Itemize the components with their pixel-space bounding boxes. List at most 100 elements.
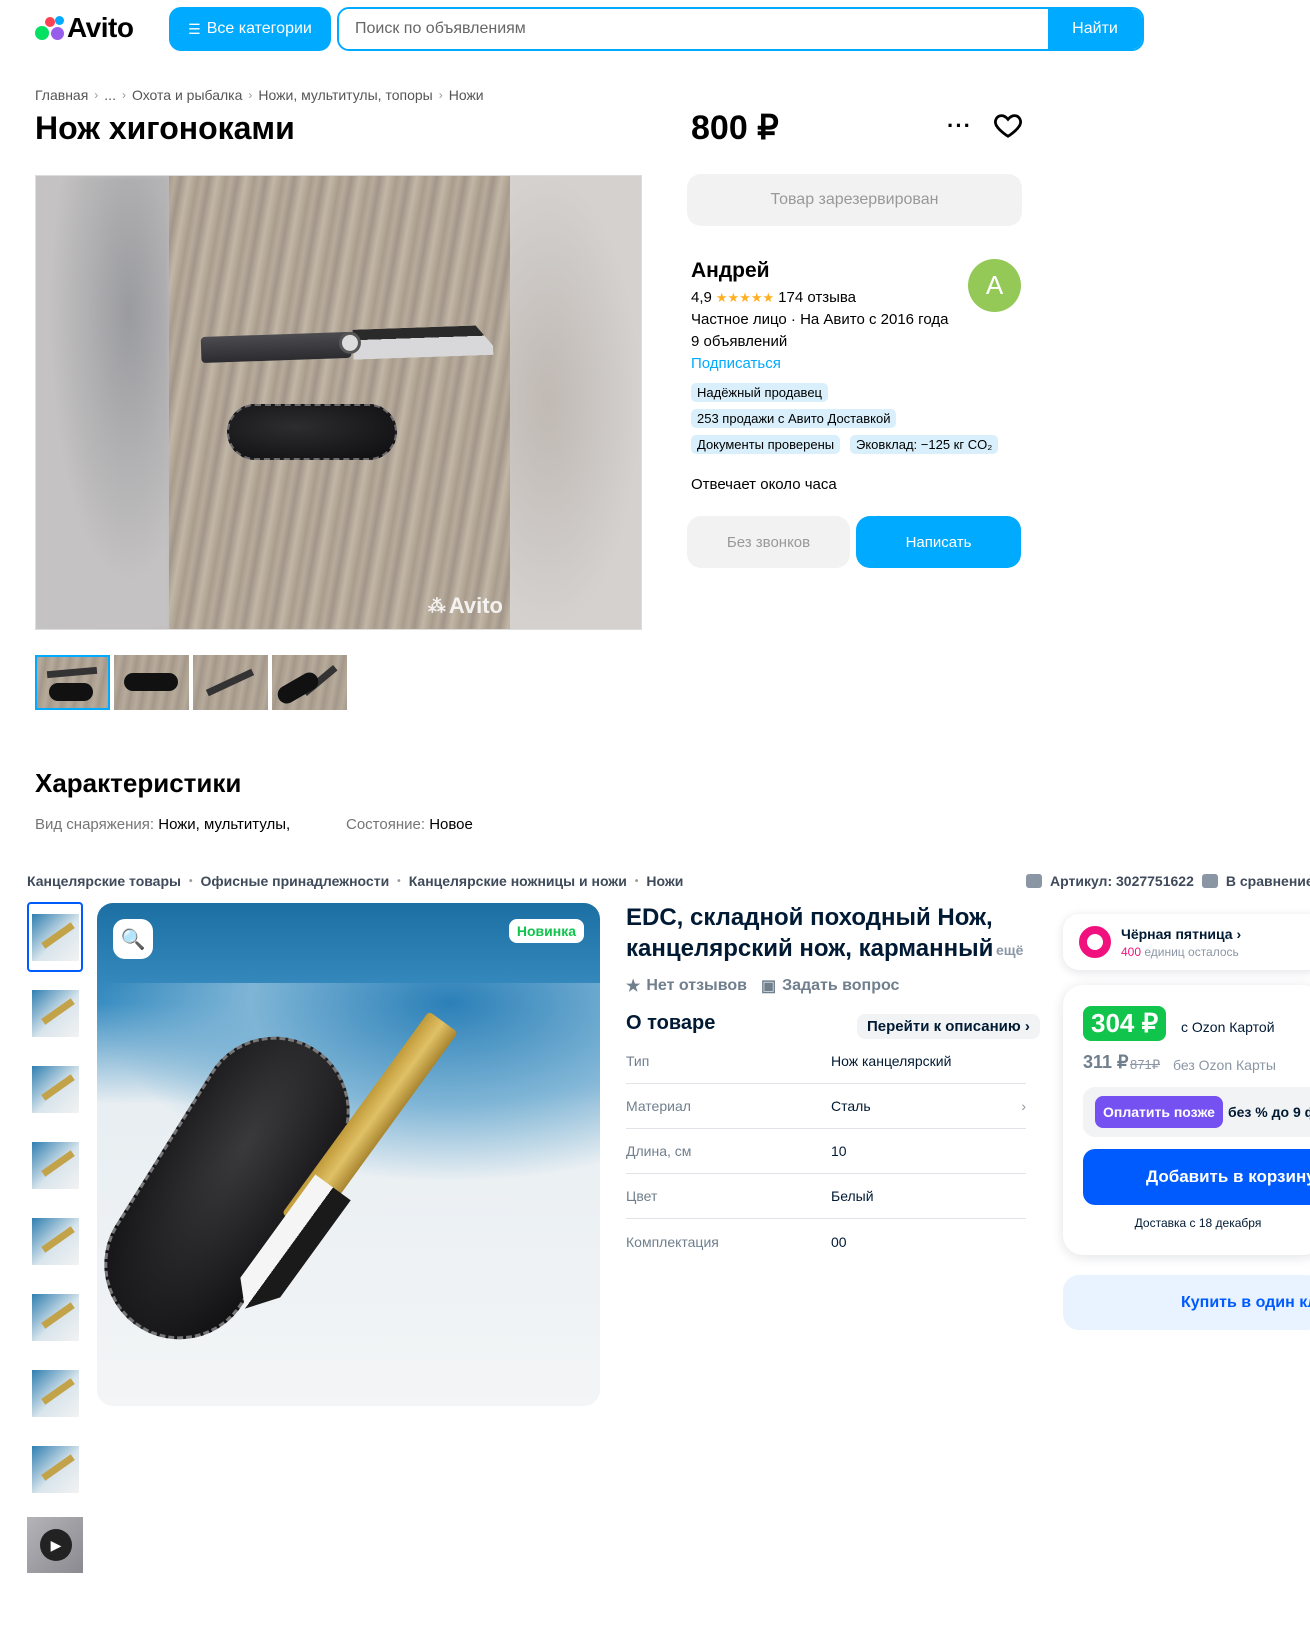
ask-question-link[interactable]: ▣ Задать вопрос [761, 976, 900, 996]
star-icon: ★ [626, 978, 641, 995]
pay-later-text: без % до 9 ф [1228, 1104, 1310, 1120]
chevron-right-icon: › [94, 88, 99, 102]
spec-value: 10 [831, 1143, 847, 1159]
photo-thumbnails [35, 655, 347, 710]
photo-blur-left [36, 176, 169, 629]
spec-value: Сталь [831, 1098, 871, 1114]
breadcrumb-item[interactable]: Ножи [449, 87, 484, 103]
avito-logo-text: Avito [67, 12, 134, 43]
dot-separator: • [188, 875, 193, 887]
breadcrumb-item[interactable]: Канцелярские ножницы и ножи [409, 873, 627, 889]
with-card-label: с Ozon Картой [1181, 1019, 1275, 1035]
spec-row: Длина, см 10 [626, 1129, 1026, 1174]
ozon-thumbnail[interactable] [27, 1130, 83, 1200]
ozon-thumbnail[interactable] [27, 1054, 83, 1124]
pay-later-button[interactable]: Оплатить позже [1095, 1096, 1223, 1128]
subscribe-link[interactable]: Подписаться [691, 355, 781, 372]
ozon-thumbnail[interactable] [27, 1282, 83, 1352]
price: 800 ₽ [691, 109, 779, 147]
breadcrumb-item[interactable]: Канцелярские товары [27, 873, 181, 889]
breadcrumb-item[interactable]: Ножи [646, 873, 683, 889]
photo-blur-right [508, 176, 641, 629]
photo-thumbnail[interactable] [272, 655, 347, 710]
categories-search-icon: ☰ [188, 20, 201, 37]
spec-key: Комплектация [626, 1233, 719, 1250]
reserved-button[interactable]: Товар зарезервирован [687, 174, 1022, 226]
heart-icon[interactable] [993, 110, 1023, 140]
without-card-label: без Ozon Карты [1173, 1057, 1276, 1073]
black-friday-promo[interactable]: Чёрная пятница › 400 единиц осталось [1063, 914, 1310, 970]
search-bar: Найти [337, 7, 1144, 51]
ozon-video-thumbnail[interactable]: ▶ [27, 1510, 83, 1580]
no-reviews-link[interactable]: ★ Нет отзывов [626, 976, 747, 996]
card-price: 304 ₽ [1083, 1006, 1167, 1041]
chevron-right-icon: › [438, 88, 443, 102]
reviews-link[interactable]: 174 отзыва [778, 289, 856, 306]
breadcrumb-item[interactable]: Ножи, мультитулы, топоры [258, 87, 432, 103]
write-message-button[interactable]: Написать [856, 516, 1021, 568]
article-number[interactable]: Артикул: 3027751622 [1050, 873, 1194, 889]
characteristic-item: Состояние: Новое [346, 816, 473, 833]
old-price: 871₽ [1130, 1057, 1160, 1072]
delivery-info: Доставка с 18 декабря [1134, 1216, 1262, 1230]
regular-price: 311 ₽ [1083, 1052, 1129, 1072]
characteristic-label: Состояние: [346, 816, 426, 833]
characteristics-title: Характеристики [35, 768, 242, 798]
chevron-right-icon: › [1021, 1098, 1026, 1114]
breadcrumb: Главная › ... › Охота и рыбалка › Ножи, … [35, 87, 484, 103]
no-calls-button[interactable]: Без звонков [687, 516, 850, 568]
breadcrumb-item[interactable]: Офисные принадлежности [201, 873, 390, 889]
more-options-icon[interactable]: ··· [947, 113, 972, 139]
spec-value: Нож канцелярский [831, 1053, 952, 1069]
spec-value: 00 [831, 1233, 847, 1250]
goto-description-button[interactable]: Перейти к описанию › [857, 1014, 1040, 1039]
avito-watermark-icon: ⁂ [427, 595, 446, 616]
add-to-cart-button[interactable]: Добавить в корзину [1083, 1149, 1310, 1205]
rating-value: 4,9 [691, 289, 712, 306]
search-button[interactable]: Найти [1048, 9, 1142, 49]
all-categories-button[interactable]: ☰ Все категории [169, 7, 331, 51]
dot-separator: • [397, 875, 401, 887]
response-time: Отвечает около часа [691, 476, 837, 493]
spec-row[interactable]: Материал Сталь › [626, 1084, 1026, 1129]
watermark-text: Avito [448, 593, 503, 618]
avatar[interactable]: А [968, 259, 1021, 312]
seller-badge[interactable]: Эковклад: −125 кг CO₂ [850, 435, 999, 454]
photo-thumbnail[interactable] [35, 655, 110, 710]
seller-badge: Надёжный продавец [691, 383, 828, 402]
image-search-icon[interactable]: 🔍 [113, 919, 153, 959]
seller-ads-count[interactable]: 9 объявлений [691, 333, 787, 350]
ozon-thumbnails: ▶ [27, 902, 83, 1586]
buy-one-click-button[interactable]: Купить в один кл [1063, 1275, 1310, 1330]
star-icon: ★★★★★ [715, 289, 775, 305]
goto-description-label: Перейти к описанию [867, 1018, 1021, 1035]
ozon-main-photo[interactable]: 🔍 Новинка [97, 903, 600, 1406]
avito-logo[interactable]: Avito [35, 10, 134, 46]
seller-name[interactable]: Андрей [691, 259, 770, 283]
title-more-link[interactable]: ещё [996, 942, 1023, 958]
ozon-thumbnail[interactable] [27, 1358, 83, 1428]
spec-key: Длина, см [626, 1143, 692, 1159]
spec-row: Цвет Белый [626, 1174, 1026, 1219]
copy-icon [1026, 874, 1042, 888]
breadcrumb-item[interactable]: ... [104, 87, 116, 103]
search-input[interactable] [339, 9, 1048, 49]
title-line: канцелярский нож, карманный [626, 935, 994, 962]
buy-box: 304 ₽ с Ozon Картой 311 ₽ 871₽ без Ozon … [1063, 985, 1310, 1255]
play-icon: ▶ [40, 1529, 72, 1561]
compare-link[interactable]: В сравнение [1226, 873, 1310, 889]
breadcrumb-item[interactable]: Главная [35, 87, 88, 103]
photo-thumbnail[interactable] [114, 655, 189, 710]
ask-question-label: Задать вопрос [782, 977, 900, 994]
ozon-thumbnail[interactable] [27, 1434, 83, 1504]
breadcrumb-item[interactable]: Охота и рыбалка [132, 87, 242, 103]
ozon-thumbnail[interactable] [27, 978, 83, 1048]
promo-count: 400 единиц осталось [1121, 945, 1239, 959]
ozon-thumbnail[interactable] [27, 1206, 83, 1276]
no-reviews-label: Нет отзывов [646, 977, 747, 994]
photo-thumbnail[interactable] [193, 655, 268, 710]
page-title: Нож хигоноками [35, 110, 295, 146]
main-photo[interactable]: ⁂ Avito [35, 175, 642, 630]
chat-icon: ▣ [760, 978, 777, 995]
ozon-thumbnail[interactable] [27, 902, 83, 972]
